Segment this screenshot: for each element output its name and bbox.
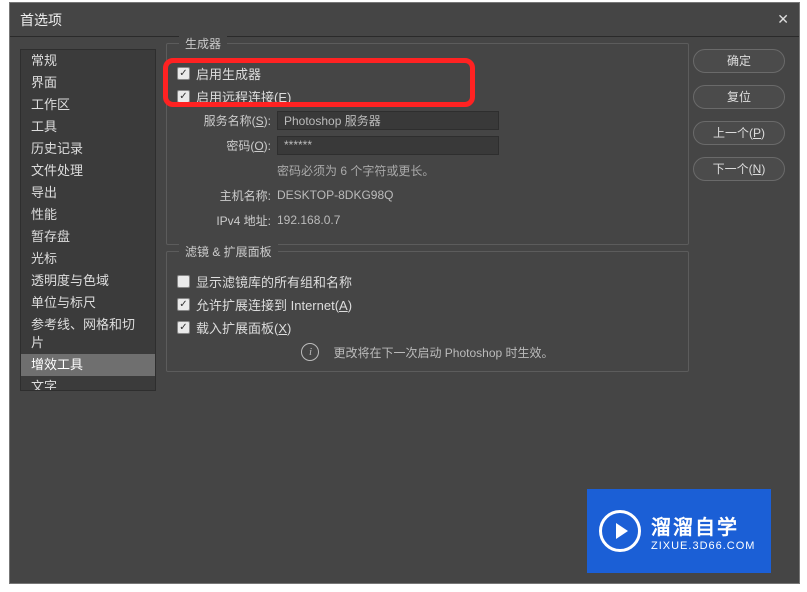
enable-remote-row[interactable]: 启用远程连接(E) — [177, 86, 678, 106]
password-hint-row: 密码必须为 6 个字符或更长。 — [177, 159, 678, 181]
sidebar-item[interactable]: 性能 — [21, 204, 155, 226]
window-title: 首选项 — [20, 10, 62, 30]
sidebar-item[interactable]: 历史记录 — [21, 138, 155, 160]
enable-remote-label: 启用远程连接(E) — [196, 87, 291, 106]
enable-generator-label: 启用生成器 — [196, 64, 261, 83]
sidebar-item[interactable]: 工具 — [21, 116, 155, 138]
ipv4-row: IPv4 地址: 192.168.0.7 — [177, 209, 678, 231]
sidebar-item[interactable]: 文件处理 — [21, 160, 155, 182]
hostname-row: 主机名称: DESKTOP-8DKG98Q — [177, 184, 678, 206]
checkbox-allow-internet[interactable] — [177, 298, 190, 311]
filters-fieldset: 滤镜 & 扩展面板 显示滤镜库的所有组和名称 允许扩展连接到 Internet(… — [166, 251, 689, 372]
play-circle-icon — [599, 510, 641, 552]
next-button[interactable]: 下一个(N) — [693, 157, 785, 181]
service-name-input[interactable] — [277, 111, 499, 130]
sidebar-item[interactable]: 常规 — [21, 50, 155, 72]
sidebar: 常规界面工作区工具历史记录文件处理导出性能暂存盘光标透明度与色域单位与标尺参考线… — [20, 49, 156, 391]
show-all-groups-row[interactable]: 显示滤镜库的所有组和名称 — [177, 271, 678, 291]
checkbox-show-all-groups[interactable] — [177, 275, 190, 288]
restart-note-row: i 更改将在下一次启动 Photoshop 时生效。 — [177, 343, 678, 361]
watermark: 溜溜自学 ZIXUE.3D66.COM — [587, 489, 771, 573]
watermark-title: 溜溜自学 — [651, 511, 755, 540]
hostname-value: DESKTOP-8DKG98Q — [277, 188, 393, 202]
password-hint: 密码必须为 6 个字符或更长。 — [277, 162, 434, 179]
allow-internet-row[interactable]: 允许扩展连接到 Internet(A) — [177, 294, 678, 314]
sidebar-item[interactable]: 增效工具 — [21, 354, 155, 376]
info-icon: i — [301, 343, 319, 361]
ipv4-label: IPv4 地址: — [177, 212, 271, 229]
sidebar-item[interactable]: 光标 — [21, 248, 155, 270]
reset-button[interactable]: 复位 — [693, 85, 785, 109]
load-panels-label: 载入扩展面板(X) — [196, 318, 291, 337]
sidebar-item[interactable]: 文字 — [21, 376, 155, 391]
sidebar-item[interactable]: 导出 — [21, 182, 155, 204]
prev-button[interactable]: 上一个(P) — [693, 121, 785, 145]
sidebar-item[interactable]: 参考线、网格和切片 — [21, 314, 155, 354]
enable-generator-row[interactable]: 启用生成器 — [177, 63, 678, 83]
close-icon[interactable]: ✕ — [777, 11, 789, 28]
preferences-window: 首选项 ✕ 常规界面工作区工具历史记录文件处理导出性能暂存盘光标透明度与色域单位… — [9, 2, 800, 584]
service-name-row: 服务名称(S): — [177, 109, 678, 131]
ok-button[interactable]: 确定 — [693, 49, 785, 73]
checkbox-load-panels[interactable] — [177, 321, 190, 334]
checkbox-enable-remote[interactable] — [177, 90, 190, 103]
ipv4-value: 192.168.0.7 — [277, 213, 340, 227]
restart-note: 更改将在下一次启动 Photoshop 时生效。 — [333, 344, 553, 361]
load-panels-row[interactable]: 载入扩展面板(X) — [177, 317, 678, 337]
service-name-label: 服务名称(S): — [177, 112, 271, 129]
sidebar-item[interactable]: 工作区 — [21, 94, 155, 116]
sidebar-item[interactable]: 单位与标尺 — [21, 292, 155, 314]
generator-fieldset: 生成器 启用生成器 启用远程连接(E) 服务名称(S): — [166, 43, 689, 245]
checkbox-enable-generator[interactable] — [177, 67, 190, 80]
button-column: 确定 复位 上一个(P) 下一个(N) — [693, 49, 785, 181]
password-row: 密码(O): — [177, 134, 678, 156]
watermark-url: ZIXUE.3D66.COM — [651, 540, 755, 552]
allow-internet-label: 允许扩展连接到 Internet(A) — [196, 295, 352, 314]
password-input[interactable] — [277, 136, 499, 155]
show-all-groups-label: 显示滤镜库的所有组和名称 — [196, 272, 352, 291]
sidebar-item[interactable]: 透明度与色域 — [21, 270, 155, 292]
filters-legend: 滤镜 & 扩展面板 — [179, 243, 278, 260]
password-label: 密码(O): — [177, 137, 271, 154]
hostname-label: 主机名称: — [177, 187, 271, 204]
sidebar-item[interactable]: 界面 — [21, 72, 155, 94]
generator-legend: 生成器 — [179, 35, 227, 52]
sidebar-item[interactable]: 暂存盘 — [21, 226, 155, 248]
titlebar: 首选项 ✕ — [10, 3, 799, 37]
